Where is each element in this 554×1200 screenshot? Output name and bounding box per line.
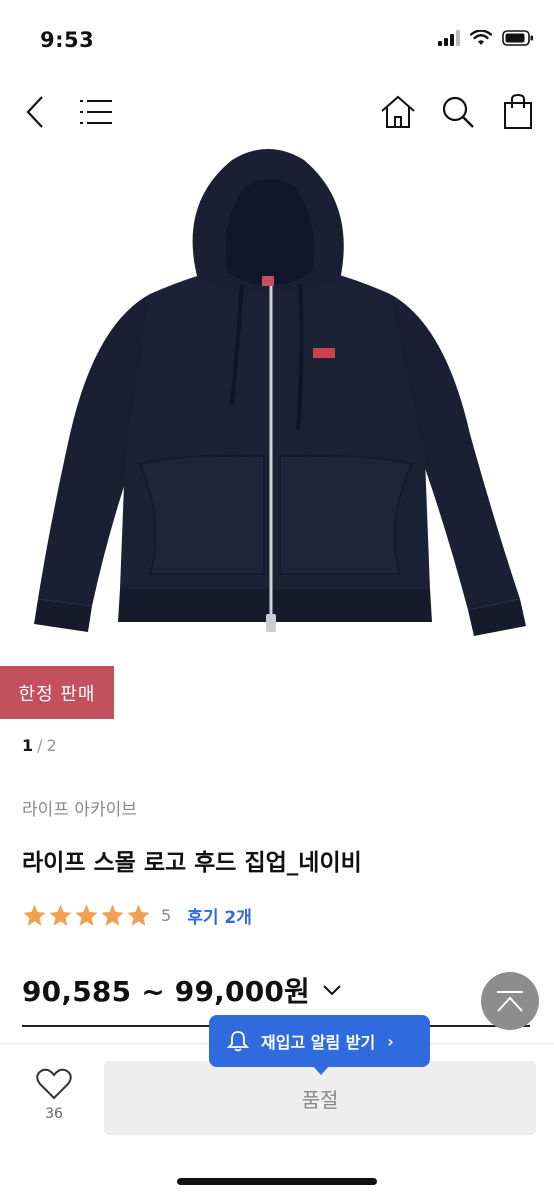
star-icon [127, 904, 150, 926]
wifi-icon [470, 30, 492, 45]
restock-alert-label: 재입고 알림 받기 [261, 1033, 376, 1052]
rating-score: 5 [161, 906, 172, 925]
scroll-top-button[interactable] [481, 972, 539, 1030]
cellular-signal-icon [438, 30, 460, 46]
home-icon [381, 95, 415, 128]
product-image[interactable] [0, 144, 554, 664]
cart-button[interactable] [494, 88, 542, 136]
search-icon [442, 96, 474, 128]
tooltip-tail [313, 1066, 329, 1075]
like-button[interactable]: 36 [30, 1068, 78, 1122]
nav-bar [0, 80, 554, 144]
price-row[interactable]: 90,585 ~ 99,000원 [22, 970, 342, 1010]
hoodie-illustration [34, 149, 526, 636]
arrow-up-icon [497, 991, 523, 1012]
search-button[interactable] [434, 88, 482, 136]
product-title: 라이프 스몰 로고 후드 집업_네이비 [22, 850, 362, 876]
menu-icon [80, 100, 112, 124]
rating-row: 5 후기 2개 [22, 903, 252, 928]
pager-total: 2 [46, 736, 57, 755]
shopping-bag-icon [504, 94, 532, 129]
chevron-right-icon: › [387, 1031, 394, 1051]
restock-alert-button[interactable]: 재입고 알림 받기 › [209, 1015, 430, 1075]
home-button[interactable] [374, 88, 422, 136]
brand-name[interactable]: 라이프 아카이브 [22, 795, 137, 820]
rating-stars [22, 903, 151, 928]
status-bar: 9:53 [0, 0, 554, 80]
pager-current: 1 [22, 736, 34, 755]
limited-sale-badge: 한정 판매 [0, 666, 114, 719]
image-pager: 1/2 [22, 736, 57, 755]
back-icon [26, 96, 43, 128]
home-indicator [177, 1178, 377, 1185]
star-icon [49, 904, 72, 926]
star-icon [101, 904, 124, 926]
back-button[interactable] [12, 88, 60, 136]
status-icons [438, 30, 534, 46]
like-count: 36 [45, 1106, 63, 1122]
price-range: 90,585 ~ 99,000원 [22, 975, 311, 1008]
bell-icon [227, 1031, 249, 1052]
pager-separator: / [37, 736, 43, 755]
heart-icon [36, 1068, 72, 1100]
menu-button[interactable] [72, 88, 120, 136]
star-icon [23, 904, 46, 926]
star-icon [75, 904, 98, 926]
chevron-down-icon[interactable] [322, 984, 342, 996]
status-time: 9:53 [40, 28, 95, 52]
review-count-link[interactable]: 후기 2개 [187, 903, 252, 928]
battery-icon [502, 30, 533, 46]
